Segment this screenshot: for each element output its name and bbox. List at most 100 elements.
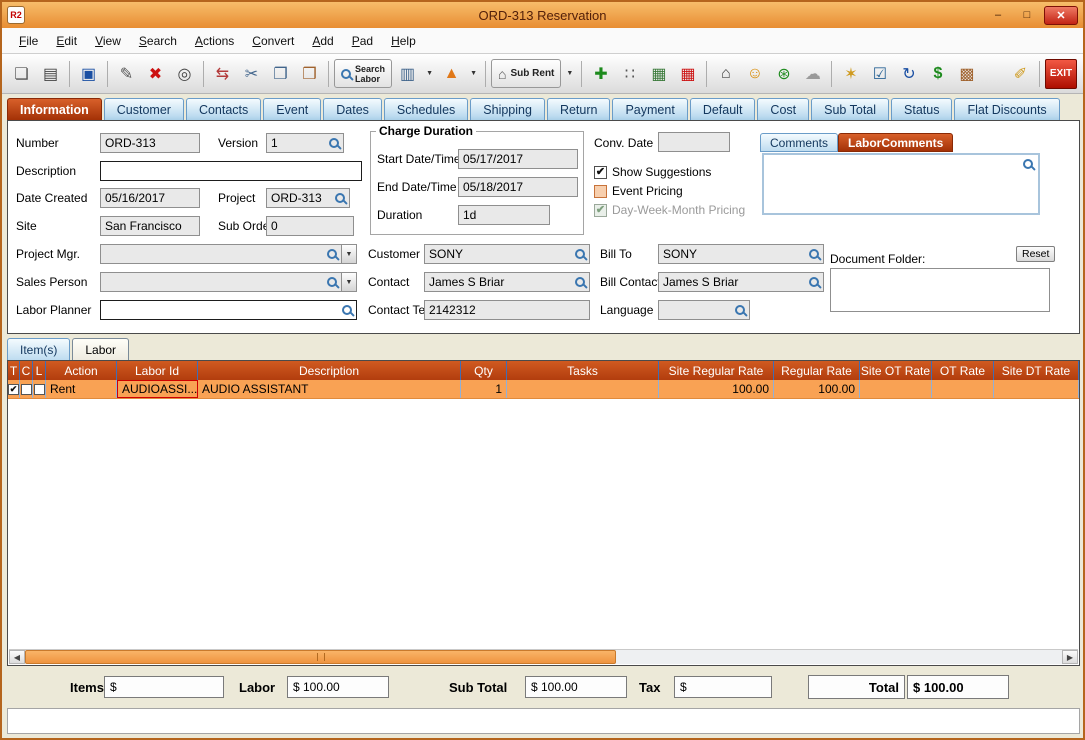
menu-view[interactable]: View	[86, 30, 130, 52]
comment-bubble-icon[interactable]: ☁	[799, 60, 826, 87]
cell-qty[interactable]: 1	[461, 380, 507, 398]
header-labor-id[interactable]: Labor Id	[117, 361, 198, 380]
tab-schedules[interactable]: Schedules	[384, 98, 468, 120]
date-created-field[interactable]: 05/16/2017	[100, 188, 200, 208]
minimize-button[interactable]: –	[986, 7, 1010, 24]
tab-default[interactable]: Default	[690, 98, 756, 120]
contact-tel-field[interactable]: 2142312	[424, 300, 590, 320]
search-icon[interactable]	[327, 277, 337, 287]
header-site-ot-rate[interactable]: Site OT Rate	[860, 361, 932, 380]
tab-comments[interactable]: Comments	[760, 133, 838, 152]
search-icon[interactable]	[735, 305, 745, 315]
description-field[interactable]	[100, 161, 362, 181]
items-total-field[interactable]: $	[104, 676, 224, 698]
close-button[interactable]: ✕	[1044, 6, 1078, 25]
contact-field[interactable]: James S Briar	[424, 272, 590, 292]
tab-customer[interactable]: Customer	[104, 98, 184, 120]
checklist-icon[interactable]: ☑	[866, 60, 893, 87]
search-icon[interactable]	[1023, 159, 1033, 169]
labor-comments-field[interactable]	[762, 153, 1040, 215]
row-checkbox-l[interactable]	[34, 384, 45, 395]
labor-roster-icon[interactable]: ▥	[394, 60, 421, 87]
menu-search[interactable]: Search	[130, 30, 186, 52]
document-folder-field[interactable]	[830, 268, 1050, 312]
cell-t[interactable]: ✔	[8, 380, 20, 398]
bill-contact-field[interactable]: James S Briar	[658, 272, 824, 292]
tab-contacts[interactable]: Contacts	[186, 98, 261, 120]
row-checkbox-c[interactable]	[21, 384, 32, 395]
scrollbar-thumb[interactable]	[25, 650, 616, 664]
cell-labor-id[interactable]: AUDIOASSI...	[117, 380, 198, 398]
horizontal-scrollbar[interactable]: ◀ ▶	[9, 649, 1078, 664]
sub-total-field[interactable]: $ 100.00	[525, 676, 627, 698]
cut-icon[interactable]: ✂	[238, 60, 265, 87]
site-field[interactable]: San Francisco	[100, 216, 200, 236]
sub-orders-field[interactable]: 0	[266, 216, 354, 236]
number-field[interactable]: ORD-313	[100, 133, 200, 153]
menu-pad[interactable]: Pad	[343, 30, 382, 52]
edit-grid-icon[interactable]: ▦	[645, 60, 672, 87]
cell-site-ot-rate[interactable]	[860, 380, 932, 398]
sales-person-dropdown[interactable]: ▼	[342, 272, 357, 292]
show-suggestions-checkbox[interactable]: ✔ Show Suggestions	[594, 165, 711, 179]
scrollbar-track[interactable]	[25, 650, 1062, 664]
end-datetime-field[interactable]: 05/18/2017	[458, 177, 578, 197]
tax-total-field[interactable]: $	[674, 676, 772, 698]
start-datetime-field[interactable]: 05/17/2017	[458, 149, 578, 169]
header-l[interactable]: L	[33, 361, 46, 380]
chart-dropdown[interactable]: ▼	[467, 60, 480, 87]
wand-icon[interactable]: ✐	[1007, 60, 1034, 87]
table-row[interactable]: ✔ Rent AUDIOASSI... AUDIO ASSISTANT 1 10…	[8, 380, 1079, 399]
header-site-dt-rate[interactable]: Site DT Rate	[994, 361, 1079, 380]
smiley-icon[interactable]: ☺	[741, 60, 768, 87]
site-print-icon[interactable]: ⌂	[712, 60, 739, 87]
exit-button[interactable]: EXIT	[1045, 59, 1077, 89]
header-description[interactable]: Description	[198, 361, 461, 380]
tab-flat-discounts[interactable]: Flat Discounts	[954, 98, 1059, 120]
tab-return[interactable]: Return	[547, 98, 611, 120]
menu-convert[interactable]: Convert	[243, 30, 303, 52]
convert-icon[interactable]: ⇆	[209, 60, 236, 87]
sub-rent-dropdown[interactable]: ▼	[563, 60, 576, 87]
save-icon[interactable]: ▣	[75, 60, 102, 87]
project-field[interactable]: ORD-313	[266, 188, 350, 208]
header-action[interactable]: Action	[46, 361, 117, 380]
customer-field[interactable]: SONY	[424, 244, 590, 264]
cell-tasks[interactable]	[507, 380, 659, 398]
cell-site-dt-rate[interactable]	[994, 380, 1079, 398]
header-tasks[interactable]: Tasks	[507, 361, 659, 380]
copy-icon[interactable]: ❐	[267, 60, 294, 87]
tab-cost[interactable]: Cost	[757, 98, 809, 120]
delete-icon[interactable]: ✖	[142, 60, 169, 87]
header-qty[interactable]: Qty	[461, 361, 507, 380]
package-icon[interactable]: ▩	[953, 60, 980, 87]
edit-pencil-icon[interactable]: ✎	[113, 60, 140, 87]
paste-icon[interactable]: ❒	[296, 60, 323, 87]
project-mgr-field[interactable]	[100, 244, 342, 264]
project-mgr-dropdown[interactable]: ▼	[342, 244, 357, 264]
find-binoculars-icon[interactable]: ◎	[171, 60, 198, 87]
search-icon[interactable]	[575, 249, 585, 259]
tab-items[interactable]: Item(s)	[7, 338, 70, 360]
sub-rent-button[interactable]: ⌂ Sub Rent	[491, 59, 561, 88]
scroll-right-button[interactable]: ▶	[1062, 650, 1078, 664]
header-t[interactable]: T	[8, 361, 20, 380]
menu-edit[interactable]: Edit	[47, 30, 86, 52]
search-icon[interactable]	[342, 305, 352, 315]
cell-description[interactable]: AUDIO ASSISTANT	[198, 380, 461, 398]
refresh-rates-icon[interactable]: ↻	[895, 60, 922, 87]
tab-information[interactable]: Information	[7, 98, 102, 120]
search-icon[interactable]	[327, 249, 337, 259]
tab-labor[interactable]: Labor	[72, 338, 129, 360]
labor-total-field[interactable]: $ 100.00	[287, 676, 389, 698]
search-icon[interactable]	[809, 249, 819, 259]
new-document-icon[interactable]: ❏	[8, 60, 35, 87]
calendar-icon[interactable]: ▦	[674, 60, 701, 87]
cell-c[interactable]	[20, 380, 33, 398]
menu-actions[interactable]: Actions	[186, 30, 243, 52]
tab-dates[interactable]: Dates	[323, 98, 382, 120]
currency-icon[interactable]: $	[924, 60, 951, 87]
view-options-icon[interactable]: ∷	[616, 60, 643, 87]
labor-planner-field[interactable]	[100, 300, 357, 320]
header-c[interactable]: C	[20, 361, 33, 380]
